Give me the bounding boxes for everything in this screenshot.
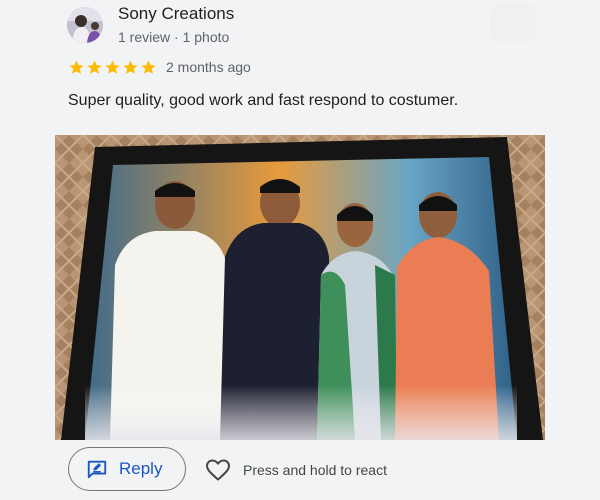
more-options-button[interactable]	[490, 4, 536, 42]
star-icon	[141, 59, 156, 74]
star-rating	[68, 59, 157, 76]
reviewer-meta: 1 review · 1 photo	[118, 29, 230, 45]
reply-button[interactable]: Reply	[68, 447, 186, 491]
review-photo[interactable]	[55, 135, 545, 440]
star-icon	[123, 59, 138, 74]
star-icon	[69, 59, 84, 74]
review-date: 2 months ago	[166, 59, 251, 75]
star-icon	[105, 59, 120, 74]
star-icon	[87, 59, 102, 74]
react-label: Press and hold to react	[243, 462, 387, 478]
rating-row: 2 months ago	[68, 57, 251, 77]
reply-label: Reply	[119, 459, 163, 478]
review-text: Super quality, good work and fast respon…	[68, 92, 459, 109]
reviewer-avatar[interactable]	[67, 7, 103, 43]
review-card: Sony Creations 1 review · 1 photo 2 mont…	[0, 0, 600, 500]
react-button[interactable]: Press and hold to react	[205, 457, 387, 483]
reviewer-name[interactable]: Sony Creations	[118, 4, 234, 24]
heart-icon	[206, 459, 230, 481]
reply-icon	[87, 460, 107, 479]
